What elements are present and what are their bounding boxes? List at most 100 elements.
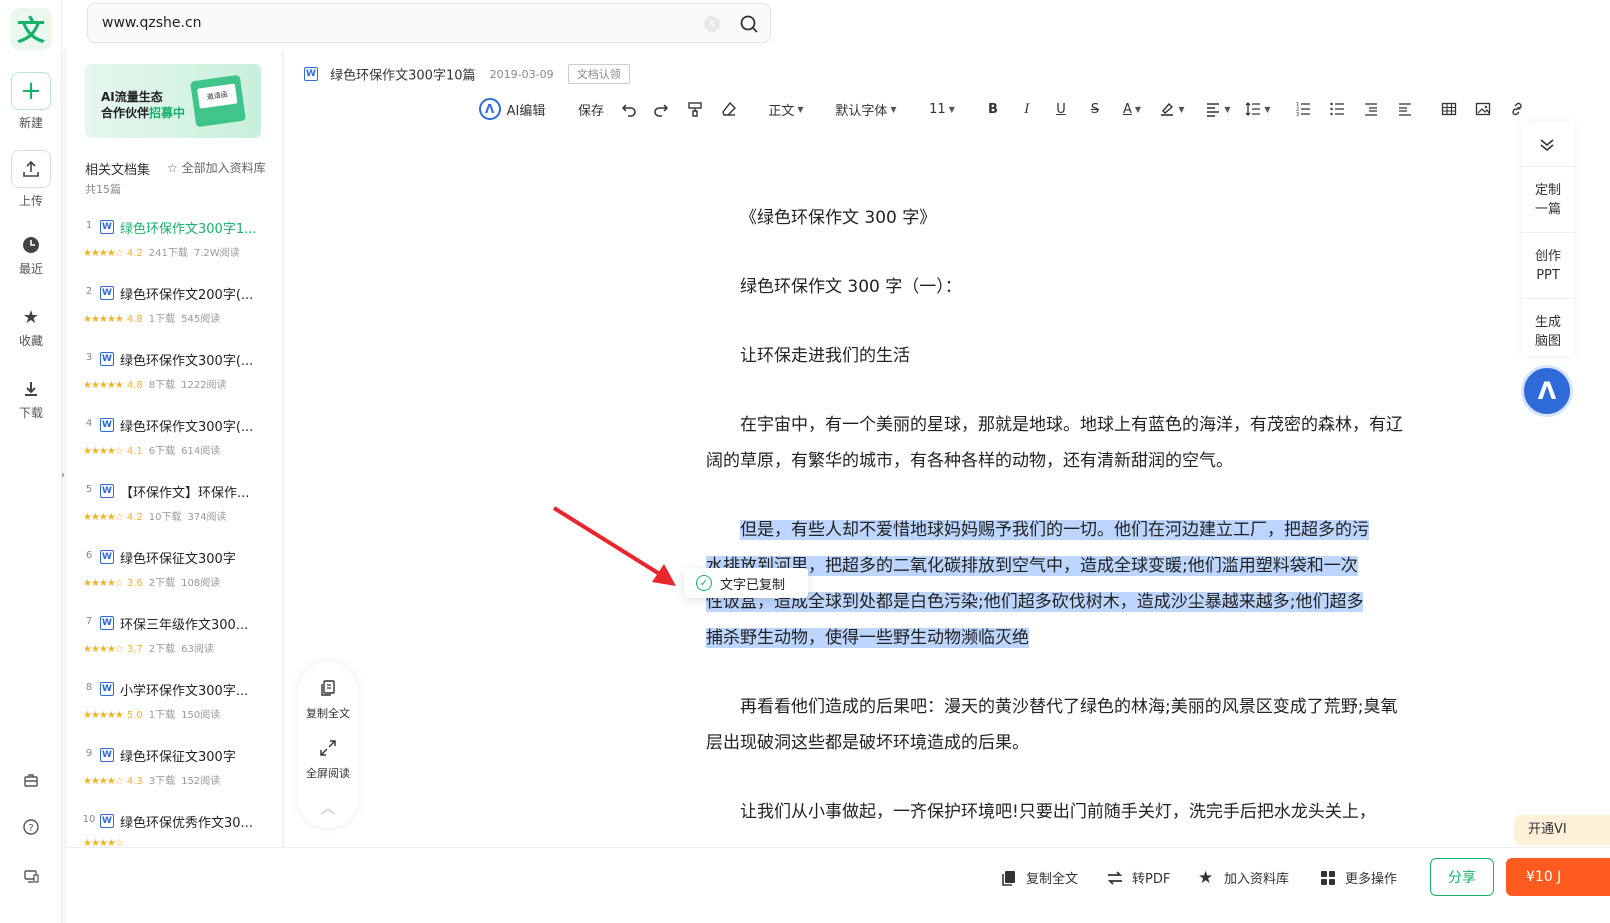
doc-downloads: 1下载 xyxy=(148,314,176,325)
rail-download[interactable]: 下载 xyxy=(0,378,62,421)
doc-header: W 绿色环保作文300字10篇 2019-03-09 文档认领 xyxy=(304,64,630,84)
doc-meta: ★★★★☆ 3.7 2下载 63阅读 xyxy=(83,640,214,655)
doc-reads: 7.2W阅读 xyxy=(193,248,240,259)
document-body[interactable]: 《绿色环保作文 300 字》 绿色环保作文 300 字（一）： 让环保走进我们的… xyxy=(706,200,1406,863)
underline-button[interactable]: U xyxy=(1044,96,1078,122)
fullscreen-read-button[interactable]: 全屏阅读 xyxy=(298,738,358,781)
create-ppt-button[interactable]: 创作 PPT xyxy=(1522,232,1574,296)
align-dropdown[interactable]: ▼ xyxy=(1198,96,1238,122)
doc-title: 绿色环保征文300字 xyxy=(120,552,236,567)
caret-down-icon: ▼ xyxy=(948,104,955,114)
rating-stars-icon: ★★★★☆ xyxy=(83,838,124,847)
double-chevron-down-icon[interactable] xyxy=(1536,134,1558,156)
device-icon[interactable] xyxy=(20,865,42,887)
paragraph: 在宇宙中，有一个美丽的星球，那就是地球。地球上有蓝色的海洋，有茂密的森林，有辽阔… xyxy=(706,415,1403,471)
rail-favorites[interactable]: ★ 收藏 xyxy=(0,306,62,349)
undo-icon[interactable] xyxy=(614,96,644,122)
search-icon[interactable] xyxy=(738,13,760,35)
font-dropdown[interactable]: 默认字体 ▼ xyxy=(828,96,904,122)
add-to-library-button[interactable]: ★ 加入资料库 xyxy=(1198,867,1289,888)
italic-button[interactable]: I xyxy=(1010,96,1044,122)
search-box[interactable]: ✕ xyxy=(87,3,771,43)
ai-edit-button[interactable]: Λ AI编辑 xyxy=(474,96,550,122)
save-button[interactable]: 保存 xyxy=(568,96,614,122)
indent-decrease-icon[interactable] xyxy=(1354,96,1388,122)
svg-text:3: 3 xyxy=(1296,112,1299,117)
claim-doc-button[interactable]: 文档认领 xyxy=(567,64,630,84)
doc-title: 绿色环保作文300字(... xyxy=(120,354,254,369)
doc-reads: 108阅读 xyxy=(181,578,221,589)
rail-recent[interactable]: 最近 xyxy=(0,234,62,277)
image-icon[interactable] xyxy=(1466,96,1500,122)
convert-icon xyxy=(1107,870,1123,885)
doc-meta: ★★★★☆ 4.2 10下载 374阅读 xyxy=(83,508,227,523)
open-vip-tab[interactable]: 开通VI xyxy=(1514,815,1610,845)
related-doc-item[interactable]: 1 W 绿色环保作文300字1... ★★★★☆ 4.2 241下载 7.2W阅读 xyxy=(67,212,282,278)
copy-all-button[interactable]: 复制全文 xyxy=(1000,868,1078,887)
copy-all-float-button[interactable]: 复制全文 xyxy=(298,678,358,721)
related-doc-item[interactable]: 5 W 【环保作文】环保作... ★★★★☆ 4.2 10下载 374阅读 xyxy=(67,476,282,542)
generate-mindmap-button[interactable]: 生成 脑图 xyxy=(1522,298,1574,356)
copied-toast: ✓ 文字已复制 xyxy=(684,568,808,598)
doc-downloads: 2下载 xyxy=(148,578,176,589)
doc-title: 环保三年级作文300... xyxy=(120,618,249,633)
size-dropdown[interactable]: 11 ▼ xyxy=(924,96,960,122)
pay-button[interactable]: ¥10 J xyxy=(1506,858,1610,896)
to-pdf-button[interactable]: 转PDF xyxy=(1106,868,1170,887)
copy-icon xyxy=(321,680,335,696)
add-all-button[interactable]: ☆ 全部加入资料库 xyxy=(167,159,266,176)
ordered-list-icon[interactable]: 123 xyxy=(1286,96,1320,122)
related-doc-item[interactable]: 10 W 绿色环保优秀作文30... ★★★★☆ xyxy=(67,806,282,847)
invitation-card-icon: 邀请函 xyxy=(190,74,246,128)
related-doc-item[interactable]: 7 W 环保三年级作文300... ★★★★☆ 3.7 2下载 63阅读 xyxy=(67,608,282,674)
doc-meta: ★★★★★ 4.8 1下载 545阅读 xyxy=(83,310,220,325)
search-input[interactable] xyxy=(102,4,682,42)
link-icon[interactable] xyxy=(1500,96,1534,122)
caret-down-icon: ▼ xyxy=(890,104,897,114)
related-doc-item[interactable]: 9 W 绿色环保征文300字 ★★★★☆ 4.3 3下载 152阅读 xyxy=(67,740,282,806)
left-rail: 文 + 新建 上传 最近 ★ 收藏 下载 ? xyxy=(0,0,62,923)
related-doc-item[interactable]: 4 W 绿色环保作文300字(... ★★★★☆ 4.1 6下载 614阅读 xyxy=(67,410,282,476)
indent-increase-icon[interactable] xyxy=(1388,96,1422,122)
ai-assistant-icon[interactable]: Λ xyxy=(1521,365,1573,417)
redo-icon[interactable] xyxy=(644,96,678,122)
style-dropdown[interactable]: 正文 ▼ xyxy=(762,96,810,122)
highlight-button[interactable]: ▼ xyxy=(1152,96,1192,122)
format-painter-icon[interactable] xyxy=(678,96,712,122)
rail-new[interactable]: + 新建 xyxy=(0,72,62,131)
table-icon[interactable] xyxy=(1432,96,1466,122)
more-actions-button[interactable]: 更多操作 xyxy=(1319,868,1397,887)
plus-icon: + xyxy=(11,72,51,110)
right-tools-panel: 定制 一篇 创作 PPT 生成 脑图 xyxy=(1522,122,1574,356)
star-icon: ★ xyxy=(1198,867,1214,888)
doc-title: 绿色环保优秀作文30... xyxy=(120,816,253,831)
upload-icon xyxy=(11,150,51,188)
share-button[interactable]: 分享 xyxy=(1430,858,1494,896)
help-icon[interactable]: ? xyxy=(20,816,42,838)
promo-banner[interactable]: AI流量生态 合作伙伴招募中 邀请函 xyxy=(85,64,261,138)
app-logo[interactable]: 文 xyxy=(10,8,52,50)
eraser-icon[interactable] xyxy=(712,96,746,122)
clear-icon[interactable]: ✕ xyxy=(704,16,720,32)
strikethrough-button[interactable]: S xyxy=(1078,96,1112,122)
word-icon: W xyxy=(100,352,114,366)
related-doc-item[interactable]: 3 W 绿色环保作文300字(... ★★★★★ 4.8 8下载 1222阅读 xyxy=(67,344,282,410)
bullet-list-icon[interactable] xyxy=(1320,96,1354,122)
font-color-button[interactable]: A ▼ xyxy=(1112,96,1152,122)
doc-reads: 374阅读 xyxy=(187,512,227,523)
line-spacing-dropdown[interactable]: ▼ xyxy=(1238,96,1278,122)
doc-reads: 614阅读 xyxy=(181,446,221,457)
custom-article-button[interactable]: 定制 一篇 xyxy=(1522,166,1574,230)
rail-favorites-label: 收藏 xyxy=(18,334,43,348)
doc-rating: 3.7 xyxy=(126,644,143,655)
chevron-up-icon[interactable]: ︿ xyxy=(298,798,358,818)
bottom-bar: 复制全文 转PDF ★ 加入资料库 更多操作 分享 ¥10 J xyxy=(66,847,1610,923)
rail-upload[interactable]: 上传 xyxy=(0,150,62,209)
related-doc-item[interactable]: 2 W 绿色环保作文200字(... ★★★★★ 4.8 1下载 545阅读 xyxy=(67,278,282,344)
related-doc-item[interactable]: 8 W 小学环保作文300字... ★★★★★ 5.0 1下载 150阅读 xyxy=(67,674,282,740)
toolbox-icon[interactable] xyxy=(20,769,42,791)
bold-button[interactable]: B xyxy=(976,96,1010,122)
chevron-right-icon[interactable]: › xyxy=(61,470,71,488)
related-doc-item[interactable]: 6 W 绿色环保征文300字 ★★★★☆ 3.6 2下载 108阅读 xyxy=(67,542,282,608)
doc-title: 绿色环保作文300字1... xyxy=(120,222,257,237)
